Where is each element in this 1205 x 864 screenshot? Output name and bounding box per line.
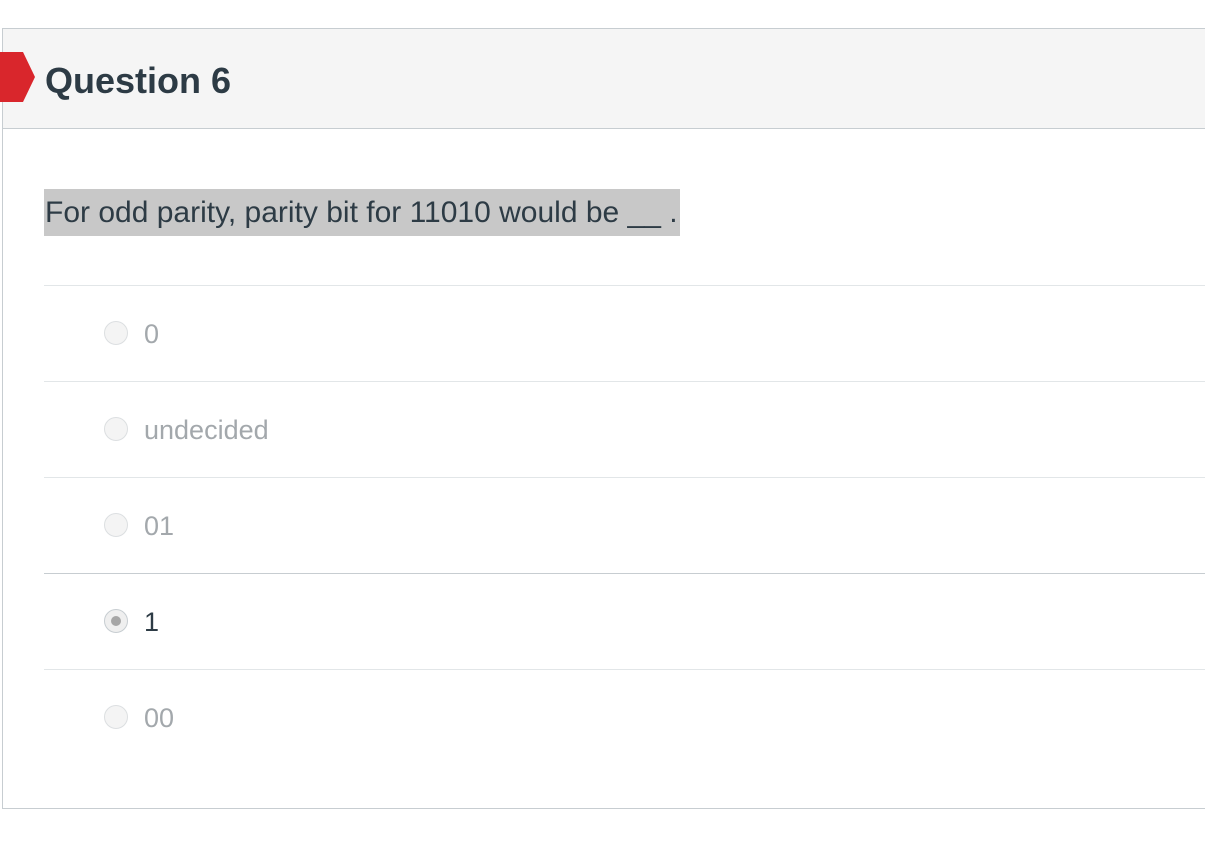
question-text: For odd parity, parity bit for 11010 wou… [44,189,680,236]
answer-list: 0 undecided 01 1 00 [44,285,1205,765]
answer-label[interactable]: undecided [144,414,269,446]
answer-option-00[interactable]: 00 [44,669,1205,765]
answer-option-undecided[interactable]: undecided [44,381,1205,477]
answer-option-01[interactable]: 01 [44,477,1205,573]
radio-button-selected[interactable] [104,609,128,633]
question-header: Question 6 [0,29,1205,129]
radio-button[interactable] [104,705,128,729]
flag-marker-icon[interactable] [0,52,35,102]
answer-label[interactable]: 1 [144,606,159,638]
answer-option-1[interactable]: 1 [44,573,1205,669]
answer-label[interactable]: 01 [144,510,174,542]
radio-button[interactable] [104,321,128,345]
radio-button[interactable] [104,513,128,537]
radio-button[interactable] [104,417,128,441]
question-card: Question 6 For odd parity, parity bit fo… [0,28,1205,809]
answer-label[interactable]: 00 [144,702,174,734]
answer-option-0[interactable]: 0 [44,285,1205,381]
question-title: Question 6 [45,60,232,101]
answer-label[interactable]: 0 [144,318,159,350]
